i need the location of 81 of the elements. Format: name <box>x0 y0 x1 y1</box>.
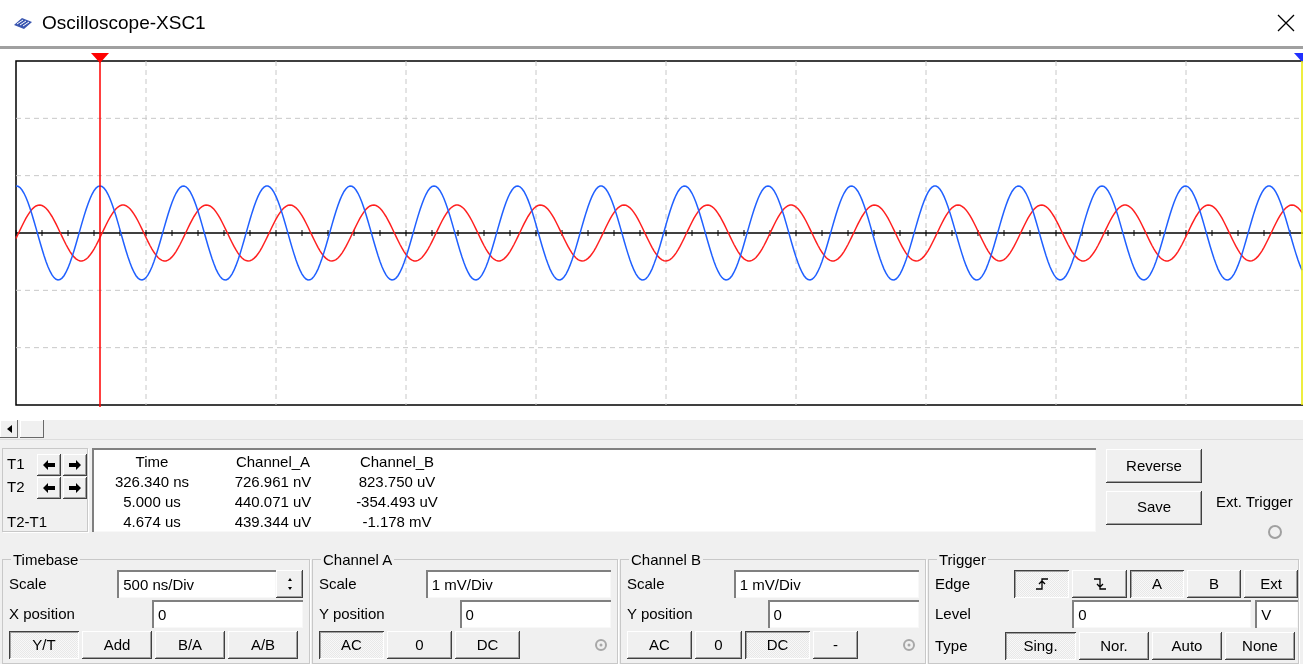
right-arrow-button[interactable] <box>63 453 87 476</box>
falling-edge-button[interactable] <box>1072 570 1127 598</box>
trigger-type-button[interactable]: Nor. <box>1079 632 1149 660</box>
scroll-left-button[interactable] <box>0 420 18 438</box>
readout-value: 440.071 uV <box>233 492 313 512</box>
field-label: Level <box>935 603 972 624</box>
mode-button[interactable]: Y/T <box>9 631 79 659</box>
field-label: Y position <box>319 603 386 624</box>
ring-icon <box>902 638 916 652</box>
field-label: Scale <box>627 573 666 594</box>
left-arrow-icon <box>42 481 56 494</box>
panel-title: Channel B <box>630 552 703 567</box>
coupling-button[interactable]: DC <box>745 631 810 659</box>
readout-value: 326.340 ns <box>113 472 191 492</box>
trigger-type-button[interactable]: None <box>1225 632 1295 660</box>
field-label: Type <box>935 635 969 656</box>
cursor-label: T2-T1 <box>7 512 47 532</box>
rising-edge-icon <box>1034 577 1049 591</box>
mode-button[interactable]: A/B <box>228 631 298 659</box>
column-header: Time <box>134 452 170 472</box>
spin-button[interactable] <box>276 570 303 598</box>
mode-button[interactable]: B/A <box>155 631 225 659</box>
ext-trigger-label: Ext. Trigger <box>1216 492 1293 512</box>
coupling-button[interactable]: - <box>813 631 858 659</box>
readout-value: 439.344 uV <box>233 512 313 532</box>
cursor[interactable] <box>91 53 109 408</box>
field-label: Scale <box>9 573 48 594</box>
field-label: X position <box>9 603 76 624</box>
readout-value: 823.750 uV <box>357 472 437 492</box>
left-arrow-button[interactable] <box>37 453 61 476</box>
trigger-type-button[interactable]: Sing. <box>1005 632 1076 660</box>
readout-value: 726.961 nV <box>233 472 313 492</box>
readout-value: 4.674 us <box>122 512 182 532</box>
oscilloscope-icon <box>12 15 34 31</box>
coupling-button[interactable]: 0 <box>387 631 452 659</box>
cursor-label: T1 <box>7 454 26 475</box>
readout-value: -354.493 uV <box>355 492 439 512</box>
field-label: Edge <box>935 573 972 594</box>
input-field[interactable]: 0 <box>1072 600 1252 628</box>
field-label: Y position <box>627 603 694 624</box>
panel-title: Channel A <box>322 552 394 567</box>
input-field[interactable]: 500 ns/Div <box>117 570 277 598</box>
input-field[interactable]: 1 mV/Div <box>733 570 919 598</box>
source-button[interactable]: B <box>1187 570 1241 598</box>
field-label: Scale <box>319 573 358 594</box>
right-arrow-button[interactable] <box>63 476 87 499</box>
ring-icon <box>1266 523 1283 540</box>
coupling-button[interactable]: AC <box>319 631 384 659</box>
falling-edge-icon <box>1092 577 1107 591</box>
left-arrow-icon <box>42 458 56 471</box>
left-arrow-button[interactable] <box>37 476 61 499</box>
reverse-button[interactable]: Reverse <box>1106 449 1202 483</box>
unit-field[interactable]: V <box>1255 600 1298 628</box>
input-field[interactable]: 0 <box>459 600 611 628</box>
cursor[interactable] <box>1294 53 1303 406</box>
panel-title: Timebase <box>12 552 80 567</box>
trigger-type-button[interactable]: Auto <box>1152 632 1222 660</box>
source-button[interactable]: Ext <box>1244 570 1298 598</box>
left-triangle-icon <box>6 425 12 433</box>
column-header: Channel_B <box>358 452 436 472</box>
right-arrow-icon <box>68 458 82 471</box>
column-header: Channel_A <box>234 452 312 472</box>
readout-value: 5.000 us <box>122 492 182 512</box>
cursor-label: T2 <box>7 477 26 498</box>
panel-title: Trigger <box>938 552 987 567</box>
scrollbar-thumb[interactable] <box>20 420 44 438</box>
save-button[interactable]: Save <box>1106 490 1202 525</box>
right-arrow-icon <box>68 481 82 494</box>
coupling-button[interactable]: DC <box>455 631 520 659</box>
input-field[interactable]: 0 <box>767 600 919 628</box>
source-button[interactable]: A <box>1130 570 1184 598</box>
coupling-button[interactable]: 0 <box>695 631 742 659</box>
mode-button[interactable]: Add <box>82 631 152 659</box>
input-field[interactable]: 0 <box>152 600 303 628</box>
close-icon[interactable] <box>1277 14 1295 32</box>
window-title: Oscilloscope-XSC1 <box>42 10 206 35</box>
rising-edge-button[interactable] <box>1014 570 1069 598</box>
readout-value: -1.178 mV <box>361 512 433 532</box>
coupling-button[interactable]: AC <box>627 631 692 659</box>
ring-icon <box>594 638 608 652</box>
input-field[interactable]: 1 mV/Div <box>425 570 611 598</box>
